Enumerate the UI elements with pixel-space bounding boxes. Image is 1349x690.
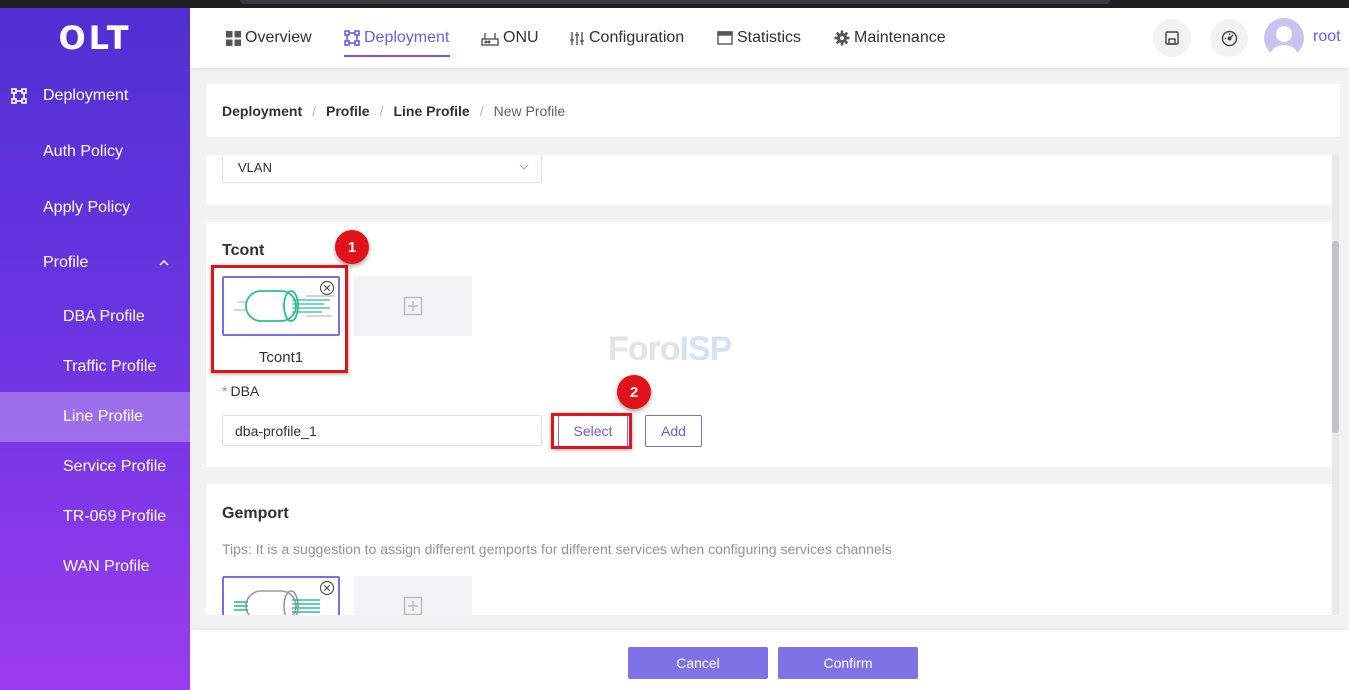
breadcrumb: Deployment / Profile / Line Profile / Ne… [206, 84, 1340, 137]
sidebar-item-traffic-profile[interactable]: Traffic Profile [0, 342, 190, 392]
dba-label: * DBA [222, 383, 260, 399]
gemport-tips: Tips: It is a suggestion to assign diffe… [222, 541, 892, 557]
sidebar-item-deployment[interactable]: Deployment [0, 68, 190, 124]
deployment-icon [11, 88, 27, 104]
mode-card: VLAN [206, 155, 1332, 205]
username[interactable]: root [1313, 28, 1341, 46]
sidebar-item-service-profile[interactable]: Service Profile [0, 442, 190, 492]
form-content[interactable]: VLAN Tcont Tcont1 * DBA dba-profile_1 Se… [206, 155, 1332, 615]
sidebar-item-label: Profile [43, 254, 89, 271]
dashboard-button[interactable] [1210, 19, 1248, 57]
dashboard-icon [1221, 30, 1237, 46]
chevron-down-icon [519, 164, 529, 170]
sidebar-item-label: Apply Policy [43, 199, 131, 216]
sidebar-item-label: Traffic Profile [63, 358, 157, 375]
content-scrollbar[interactable] [1332, 155, 1339, 615]
app-logo[interactable]: OLT [0, 8, 190, 68]
scrollbar-thumb[interactable] [1332, 241, 1339, 433]
form-footer: Cancel Confirm [190, 630, 1349, 690]
sliders-icon [570, 31, 584, 45]
chevron-up-icon [159, 259, 169, 266]
highlight-tcont1 [211, 265, 348, 373]
breadcrumb-new-profile: New Profile [493, 102, 566, 119]
save-icon [1165, 31, 1179, 45]
gemport-title: Gemport [222, 505, 289, 522]
router-icon [481, 32, 499, 46]
add-tcont-button[interactable] [354, 276, 472, 336]
cancel-button[interactable]: Cancel [628, 647, 768, 679]
user-icon [1270, 26, 1298, 58]
sidebar-item-dba-profile[interactable]: DBA Profile [0, 292, 190, 342]
nav-tab-configuration[interactable]: Configuration [569, 8, 684, 68]
sidebar-item-label: Auth Policy [43, 143, 124, 160]
sidebar-item-auth-policy[interactable]: Auth Policy [0, 124, 190, 180]
sidebar-item-tr069-profile[interactable]: TR-069 Profile [0, 492, 190, 542]
browser-top-strip [0, 0, 1349, 8]
breadcrumb-profile[interactable]: Profile [326, 103, 370, 119]
annotation-badge-1: 1 [335, 230, 369, 264]
save-button[interactable] [1153, 19, 1191, 57]
sidebar-item-label: Deployment [43, 87, 129, 104]
tcont-card: Tcont Tcont1 * DBA dba-profile_1 Select A… [206, 222, 1332, 467]
gear-icon [834, 30, 850, 46]
watermark-logo: ForoISP [608, 330, 732, 368]
sidebar-item-wan-profile[interactable]: WAN Profile [0, 542, 190, 592]
plus-square-icon [403, 596, 423, 615]
dba-input[interactable]: dba-profile_1 [222, 415, 542, 446]
active-tab-indicator [344, 55, 450, 57]
nav-tab-statistics[interactable]: Statistics [717, 8, 801, 68]
nav-tab-overview[interactable]: Overview [226, 8, 312, 68]
nav-tab-deployment[interactable]: Deployment [344, 8, 449, 68]
window-icon [717, 31, 733, 45]
grid-icon [226, 30, 241, 46]
sidebar-item-label: DBA Profile [63, 308, 145, 325]
add-gemport-button[interactable] [354, 576, 472, 615]
dba-add-button[interactable]: Add [645, 415, 702, 447]
nav-tab-onu[interactable]: ONU [481, 8, 539, 68]
breadcrumb-line-profile[interactable]: Line Profile [393, 103, 469, 119]
sidebar-item-apply-policy[interactable]: Apply Policy [0, 180, 190, 236]
sidebar-item-label: Line Profile [63, 408, 144, 425]
plus-square-icon [403, 296, 423, 316]
top-nav: Overview Deployment ONU Configuration St… [190, 8, 1349, 68]
breadcrumb-deployment[interactable]: Deployment [222, 103, 302, 119]
close-icon[interactable] [319, 580, 335, 596]
highlight-select-button [551, 413, 632, 449]
sidebar: OLT Deployment Auth Policy Apply Policy … [0, 8, 190, 690]
confirm-button[interactable]: Confirm [778, 647, 918, 679]
deployment-icon [344, 30, 360, 46]
mode-select[interactable]: VLAN [222, 155, 542, 183]
gemport-card: Gemport Tips: It is a suggestion to assi… [206, 484, 1332, 615]
sidebar-item-label: TR-069 Profile [63, 508, 167, 525]
sidebar-item-profile[interactable]: Profile [0, 235, 190, 291]
avatar[interactable] [1264, 18, 1304, 58]
sidebar-item-label: WAN Profile [63, 558, 150, 575]
gemport-tile[interactable] [222, 576, 340, 615]
sidebar-item-label: Service Profile [63, 458, 167, 475]
tcont-title: Tcont [222, 242, 265, 259]
annotation-badge-2: 2 [617, 375, 651, 409]
nav-tab-maintenance[interactable]: Maintenance [834, 8, 946, 68]
sidebar-item-line-profile[interactable]: Line Profile [0, 392, 190, 442]
